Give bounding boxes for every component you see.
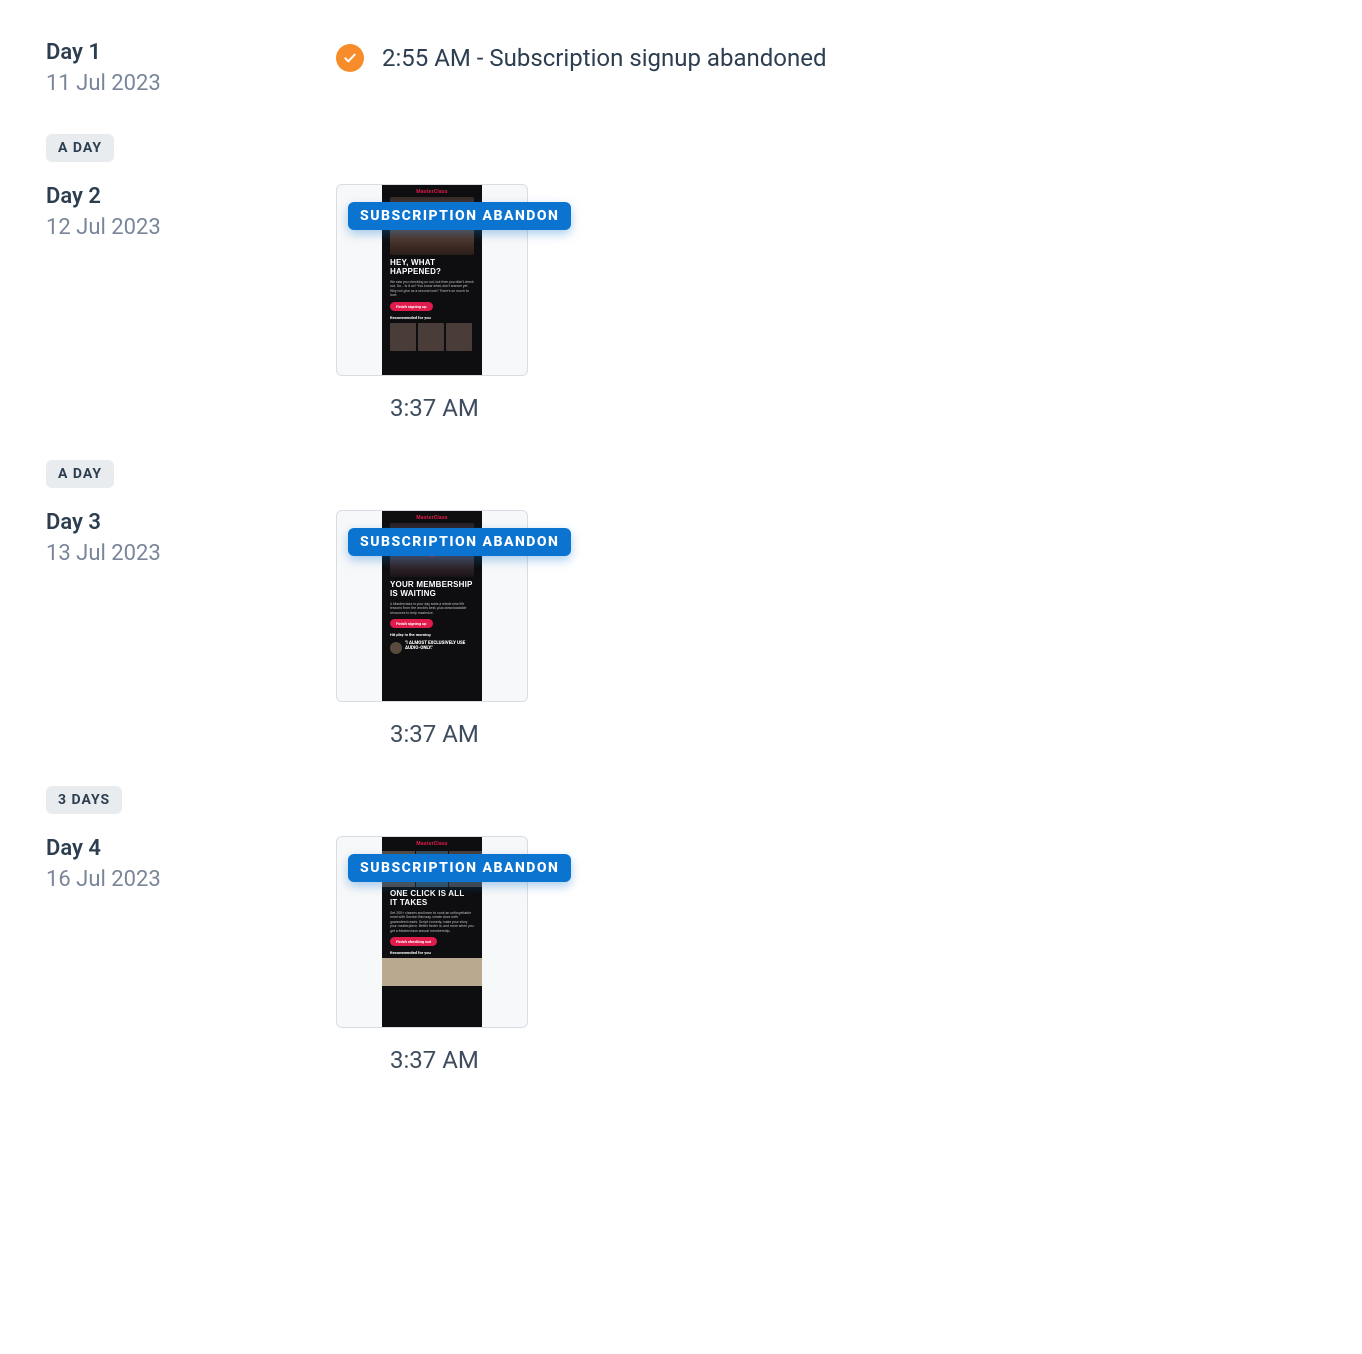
day-row: Day 3 13 Jul 2023 MasterClass YOUR MEMBE… [46, 510, 1316, 748]
email-thumb [446, 323, 472, 351]
email-thumb [418, 323, 444, 351]
day-info: Day 4 16 Jul 2023 [46, 836, 336, 892]
day-date: 12 Jul 2023 [46, 215, 336, 240]
gap-pill-wrap: 3 DAYS [46, 786, 1316, 814]
email-thumbnails [390, 323, 474, 351]
day-row: Day 2 12 Jul 2023 MasterClass HEY, WHAT … [46, 184, 1316, 422]
email-type-badge: SUBSCRIPTION ABANDON [348, 528, 571, 556]
check-circle-icon [336, 44, 364, 72]
day-info: Day 2 12 Jul 2023 [46, 184, 336, 240]
day-content: MasterClass YOUR MEMBERSHIP IS WAITING A… [336, 510, 528, 748]
day-content: MasterClass ONE CLICK IS ALL IT TAKES Ge… [336, 836, 528, 1074]
email-subheading: Recommended for you [390, 950, 474, 955]
day-label: Day 3 [46, 510, 336, 535]
day-label: Day 4 [46, 836, 336, 861]
email-subheading: Recommended for you [390, 315, 474, 320]
email-body: A Masterclass in your day adds a whole n… [390, 602, 474, 616]
email-type-badge: SUBSCRIPTION ABANDON [348, 202, 571, 230]
email-brand: MasterClass [382, 841, 482, 847]
day-row: Day 1 11 Jul 2023 2:55 AM - Subscription… [46, 40, 1316, 96]
email-cta-button: Finish signing up [390, 302, 433, 311]
email-thumb [390, 323, 416, 351]
day-content: MasterClass HEY, WHAT HAPPENED? We saw y… [336, 184, 528, 422]
email-quote-box: "I ALMOST EXCLUSIVELY USE AUDIO-ONLY." [390, 642, 474, 654]
day-content: 2:55 AM - Subscription signup abandoned [336, 40, 827, 72]
email-thumb [382, 958, 482, 986]
email-headline: ONE CLICK IS ALL IT TAKES [390, 890, 474, 908]
day-info: Day 1 11 Jul 2023 [46, 40, 336, 96]
day-date: 16 Jul 2023 [46, 867, 336, 892]
day-date: 11 Jul 2023 [46, 71, 336, 96]
gap-pill: A DAY [46, 134, 114, 162]
day-info: Day 3 13 Jul 2023 [46, 510, 336, 566]
email-quote-avatar [390, 642, 402, 654]
email-time: 3:37 AM [390, 1046, 528, 1074]
email-brand: MasterClass [390, 189, 474, 195]
email-card-wrap[interactable]: MasterClass HEY, WHAT HAPPENED? We saw y… [336, 184, 528, 376]
day-label: Day 1 [46, 40, 336, 65]
day-row: Day 4 16 Jul 2023 MasterClass ONE CLICK … [46, 836, 1316, 1074]
email-type-badge: SUBSCRIPTION ABANDON [348, 854, 571, 882]
email-card-wrap[interactable]: MasterClass YOUR MEMBERSHIP IS WAITING A… [336, 510, 528, 702]
day-date: 13 Jul 2023 [46, 541, 336, 566]
email-headline: YOUR MEMBERSHIP IS WAITING [390, 581, 474, 599]
email-cta-button: Finish checking out [390, 937, 437, 946]
email-card-wrap[interactable]: MasterClass ONE CLICK IS ALL IT TAKES Ge… [336, 836, 528, 1028]
email-time: 3:37 AM [390, 394, 528, 422]
email-text-block: ONE CLICK IS ALL IT TAKES Get 200+ class… [382, 890, 482, 958]
event-text: 2:55 AM - Subscription signup abandoned [382, 44, 827, 72]
email-subheading: Hit play in the morning [390, 632, 474, 637]
timeline: Day 1 11 Jul 2023 2:55 AM - Subscription… [46, 40, 1316, 1084]
day-label: Day 2 [46, 184, 336, 209]
email-quote: "I ALMOST EXCLUSIVELY USE AUDIO-ONLY." [405, 642, 474, 652]
gap-pill: A DAY [46, 460, 114, 488]
email-brand: MasterClass [390, 515, 474, 521]
email-body: We saw you checking us out, but then you… [390, 280, 474, 298]
email-body: Get 200+ classes and learn to cook an un… [390, 911, 474, 934]
gap-pill-wrap: A DAY [46, 460, 1316, 488]
email-cta-button: Finish signing up [390, 619, 433, 628]
email-time: 3:37 AM [390, 720, 528, 748]
email-headline: HEY, WHAT HAPPENED? [390, 259, 474, 277]
gap-pill: 3 DAYS [46, 786, 122, 814]
gap-pill-wrap: A DAY [46, 134, 1316, 162]
event-line: 2:55 AM - Subscription signup abandoned [336, 44, 827, 72]
